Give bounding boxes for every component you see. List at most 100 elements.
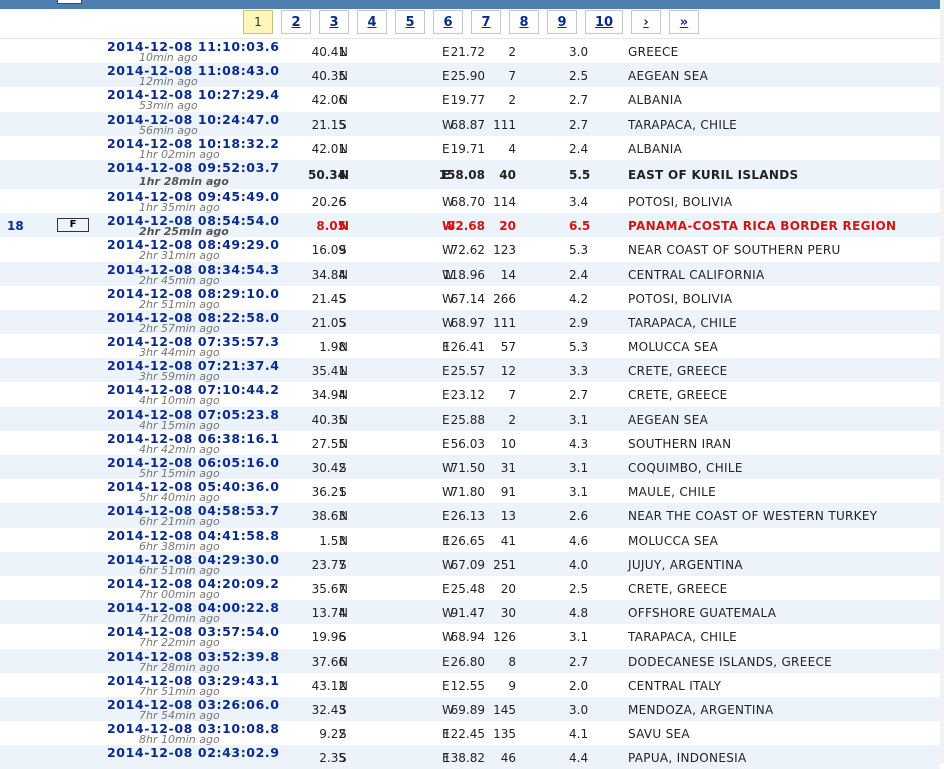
- table-row[interactable]: 2014-12-08 02:43:02.9 2.35 S 138.82 E 46 4.4 PA…: [0, 745, 940, 769]
- page-link-2[interactable]: 2: [281, 10, 311, 34]
- depth-km: 41: [500, 533, 516, 548]
- magnitude: 2.5: [569, 581, 589, 596]
- table-row[interactable]: 2014-12-08 03:10:08.8 8hr 10min ago 9.22 S 1…: [0, 721, 940, 746]
- magnitude: 5.3: [569, 243, 589, 258]
- latitude-hemisphere: N: [339, 436, 348, 451]
- longitude: 71.80: [450, 485, 485, 500]
- felt-report-button[interactable]: F: [57, 218, 89, 233]
- longitude: 25.90: [450, 69, 485, 84]
- page-link-6[interactable]: 6: [433, 10, 463, 34]
- page-link-1[interactable]: 1: [243, 10, 273, 34]
- region-name: POTOSI, BOLIVIA: [628, 194, 733, 209]
- region-name: EAST OF KURIL ISLANDS: [628, 167, 799, 182]
- table-row[interactable]: 2014-12-08 09:52:03.7 1hr 28min ago 50.34 N…: [0, 159, 940, 189]
- page-link-5[interactable]: 5: [395, 10, 425, 34]
- depth-km: 7: [508, 388, 516, 403]
- region-name: CRETE, GREECE: [628, 364, 728, 379]
- magnitude: 2.4: [569, 267, 589, 282]
- magnitude: 3.4: [569, 194, 589, 209]
- event-time-ago: 3hr 59min ago: [139, 370, 220, 384]
- table-row[interactable]: 2014-12-08 08:34:54.3 2hr 45min ago 34.84 N…: [0, 261, 940, 287]
- event-time-ago: 2hr 51min ago: [139, 297, 220, 311]
- depth-km: 4: [508, 141, 516, 156]
- table-row[interactable]: 2014-12-08 07:21:37.4 3hr 59min ago 35.41 N…: [0, 358, 940, 384]
- region-name: ALBANIA: [628, 141, 683, 156]
- page-link-9[interactable]: 9: [547, 10, 577, 34]
- depth-km: 123: [493, 243, 516, 258]
- depth-km: 111: [493, 117, 516, 132]
- latitude-hemisphere: N: [339, 219, 350, 234]
- last-page-link[interactable]: »: [669, 10, 699, 34]
- magnitude: 5.5: [569, 167, 591, 182]
- page-link-10[interactable]: 10: [585, 10, 623, 34]
- table-row[interactable]: 2014-12-08 08:29:10.0 2hr 51min ago 21.45 S…: [0, 286, 940, 311]
- event-time-ago: 6hr 21min ago: [139, 515, 220, 529]
- table-row[interactable]: 2014-12-08 10:24:47.0 56min ago 21.15 S 68.8…: [0, 111, 940, 137]
- latitude-hemisphere: S: [339, 702, 347, 717]
- magnitude: 3.1: [569, 630, 589, 645]
- longitude-hemisphere: E: [442, 436, 450, 451]
- region-name: MAULE, CHILE: [628, 485, 717, 500]
- table-row[interactable]: 2014-12-08 08:49:29.0 2hr 31min ago 16.09 S…: [0, 237, 940, 263]
- magnitude: 3.0: [569, 45, 589, 59]
- region-name: MENDOZA, ARGENTINA: [628, 702, 774, 717]
- table-row[interactable]: 2014-12-08 04:41:58.8 6hr 38min ago 1.53 N 1…: [0, 528, 940, 553]
- depth-km: 30: [500, 606, 516, 621]
- table-row[interactable]: 2014-12-08 03:26:06.0 7hr 54min ago 32.43 S…: [0, 696, 940, 722]
- magnitude: 4.4: [569, 751, 589, 766]
- table-row[interactable]: 2014-12-08 08:22:58.0 2hr 57min ago 21.05 S…: [0, 309, 940, 335]
- table-row[interactable]: 2014-12-08 07:05:23.8 4hr 15min ago 40.35 N…: [0, 406, 940, 432]
- magnitude: 2.7: [569, 388, 589, 403]
- table-row[interactable]: 2014-12-08 06:38:16.1 4hr 42min ago 27.55 N…: [0, 431, 940, 456]
- longitude-hemisphere: W: [442, 606, 454, 621]
- table-row[interactable]: 2014-12-08 03:29:43.1 7hr 51min ago 43.12 N…: [0, 673, 940, 698]
- table-row[interactable]: 2014-12-08 07:35:57.3 3hr 44min ago 1.98 N 1…: [0, 334, 940, 359]
- page-link-8[interactable]: 8: [509, 10, 539, 34]
- table-row[interactable]: 2014-12-08 05:40:36.0 5hr 40min ago 36.21 S…: [0, 479, 940, 504]
- latitude-hemisphere: N: [339, 412, 348, 427]
- event-time-ago: 1hr 28min ago: [139, 174, 229, 188]
- region-name: NEAR COAST OF SOUTHERN PERU: [628, 243, 841, 258]
- page-link-4[interactable]: 4: [357, 10, 387, 34]
- magnitude: 2.6: [569, 509, 589, 524]
- page-link-7[interactable]: 7: [471, 10, 501, 34]
- longitude: 26.80: [450, 654, 485, 669]
- table-row[interactable]: 2014-12-08 10:27:29.4 53min ago 42.06 N 19.7…: [0, 87, 940, 112]
- longitude: 69.89: [450, 702, 485, 717]
- table-row[interactable]: 2014-12-08 04:29:30.0 6hr 51min ago 23.77 S…: [0, 551, 940, 577]
- magnitude: 2.0: [569, 678, 589, 693]
- event-time-ago: 7hr 28min ago: [139, 660, 220, 674]
- longitude-hemisphere: W: [442, 557, 454, 572]
- depth-km: 111: [493, 315, 516, 330]
- table-row[interactable]: 2014-12-08 04:58:53.7 6hr 21min ago 38.63 N…: [0, 503, 940, 529]
- depth-km: 46: [500, 751, 516, 766]
- latitude-hemisphere: S: [339, 315, 347, 330]
- longitude: 68.97: [450, 315, 485, 330]
- table-row[interactable]: 2014-12-08 06:05:16.0 5hr 15min ago 30.42 S…: [0, 455, 940, 480]
- table-row[interactable]: 2014-12-08 03:57:54.0 7hr 22min ago 19.96 S…: [0, 624, 940, 649]
- table-row[interactable]: 2014-12-08 07:10:44.2 4hr 10min ago 34.94 N…: [0, 382, 940, 407]
- table-row[interactable]: 2014-12-08 03:52:39.8 7hr 28min ago 37.66 N…: [0, 648, 940, 674]
- rank-number: 18: [7, 219, 24, 234]
- event-time-ago: 4hr 42min ago: [139, 442, 220, 456]
- table-row[interactable]: 2014-12-08 08:54:54.0 2hr 25min ago 8.05 N 8…: [0, 213, 940, 238]
- event-time-ago: 10min ago: [139, 51, 198, 64]
- region-name: ALBANIA: [628, 93, 683, 108]
- table-row[interactable]: 2014-12-08 04:00:22.8 7hr 20min ago 13.74 N…: [0, 600, 940, 625]
- latitude-hemisphere: N: [339, 364, 348, 379]
- region-name: PANAMA-COSTA RICA BORDER REGION: [628, 219, 897, 234]
- longitude-hemisphere: W: [442, 267, 454, 282]
- next-page-link[interactable]: ›: [631, 10, 661, 34]
- event-time-ago: 7hr 54min ago: [139, 708, 220, 722]
- page-link-3[interactable]: 3: [319, 10, 349, 34]
- depth-km: 40: [499, 167, 516, 182]
- longitude-hemisphere: E: [442, 533, 450, 548]
- table-row[interactable]: 2014-12-08 04:20:09.2 7hr 00min ago 35.67 N…: [0, 576, 940, 601]
- event-datetime-link[interactable]: 2014-12-08 09:52:03.7: [107, 160, 280, 175]
- table-row[interactable]: 2014-12-08 10:18:32.2 1hr 02min ago 42.01 N…: [0, 136, 940, 161]
- table-row[interactable]: 2014-12-08 09:45:49.0 1hr 35min ago 20.26 S…: [0, 189, 940, 214]
- event-datetime-link[interactable]: 2014-12-08 02:43:02.9: [107, 745, 280, 760]
- table-row[interactable]: 2014-12-08 11:10:03.6 10min ago 40.41 N 21.7…: [0, 39, 940, 64]
- table-row[interactable]: 2014-12-08 11:08:43.0 12min ago 40.35 N 25.9…: [0, 63, 940, 88]
- event-time-ago: 2hr 31min ago: [139, 249, 220, 263]
